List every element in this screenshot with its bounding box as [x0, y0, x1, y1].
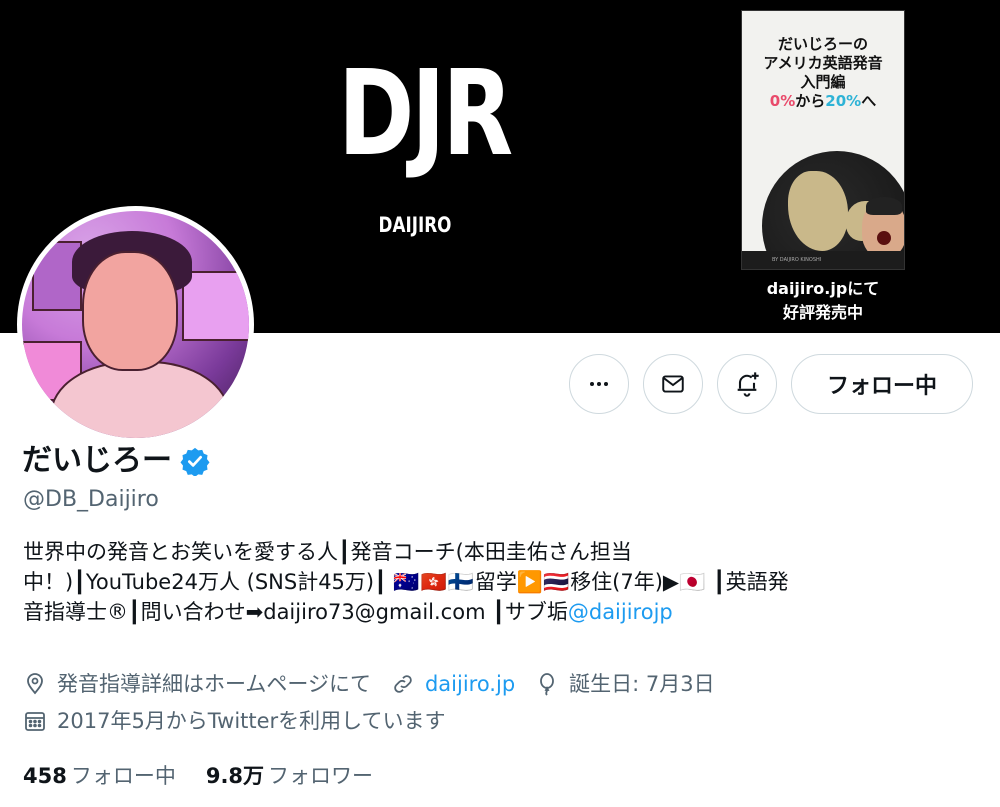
website[interactable]: daijiro.jp [391, 669, 515, 699]
followers-stat[interactable]: 9.8万 フォロワー [206, 761, 373, 791]
banner-logo: DJR [338, 44, 513, 182]
avatar-image [22, 211, 249, 438]
envelope-icon [662, 375, 684, 393]
join-date-row: 2017年5月からTwitterを利用しています [23, 706, 466, 736]
book-footer: BY DAIJIRO KINOSHI [742, 251, 904, 269]
bio-line: 世界中の発音とお笑いを愛する人┃発音コーチ(本田圭佑さん担当 [23, 540, 632, 564]
avatar[interactable] [17, 206, 254, 443]
more-button[interactable] [569, 354, 629, 414]
bell-plus-icon [737, 372, 759, 397]
website-link[interactable]: daijiro.jp [425, 669, 515, 699]
book-title: だいじろーの アメリカ英語発音 入門編 0%から20%へ [763, 35, 883, 110]
location: 発音指導詳細はホームページにて [23, 669, 371, 699]
book-cover-image: だいじろーの アメリカ英語発音 入門編 0%から20%へ BY DAIJIRO … [741, 10, 905, 270]
profile-bio: 世界中の発音とお笑いを愛する人┃発音コーチ(本田圭佑さん担当 中！)┃YouTu… [23, 537, 973, 627]
display-name: だいじろー [22, 441, 210, 481]
mention-link[interactable]: @daijirojp [568, 600, 673, 624]
bio-line: 中！)┃YouTube24万人 (SNS計45万)┃ 🇦🇺🇭🇰🇫🇮留学▶️🇹🇭移… [23, 570, 789, 594]
follow-stats: 458 フォロー中 9.8万 フォロワー [23, 761, 403, 791]
location-pin-icon [27, 673, 43, 695]
message-button[interactable] [643, 354, 703, 414]
following-stat[interactable]: 458 フォロー中 [23, 761, 176, 791]
display-name-text: だいじろー [22, 443, 172, 478]
more-icon [590, 382, 608, 386]
link-icon [394, 675, 412, 693]
banner-subtitle: DAIJIRO [378, 213, 452, 237]
balloon-icon [540, 673, 555, 696]
user-handle: @DB_Daijiro [23, 487, 159, 512]
join-date: 2017年5月からTwitterを利用しています [23, 706, 446, 736]
notify-button[interactable] [717, 354, 777, 414]
author-photo [862, 197, 904, 257]
banner-promo-text: daijiro.jpにて 好評発売中 [766, 279, 880, 322]
birthday: 誕生日: 7月3日 [535, 669, 715, 699]
following-button[interactable]: フォロー中 [791, 354, 973, 414]
bio-line: 音指導士®┃問い合わせ➡daijiro73@gmail.com ┃サブ垢@dai… [23, 600, 673, 624]
profile-meta: 発音指導詳細はホームページにて daijiro.jp 誕生日: 7月3日 [23, 669, 735, 699]
verified-badge-icon [180, 447, 210, 476]
calendar-icon [25, 712, 45, 731]
